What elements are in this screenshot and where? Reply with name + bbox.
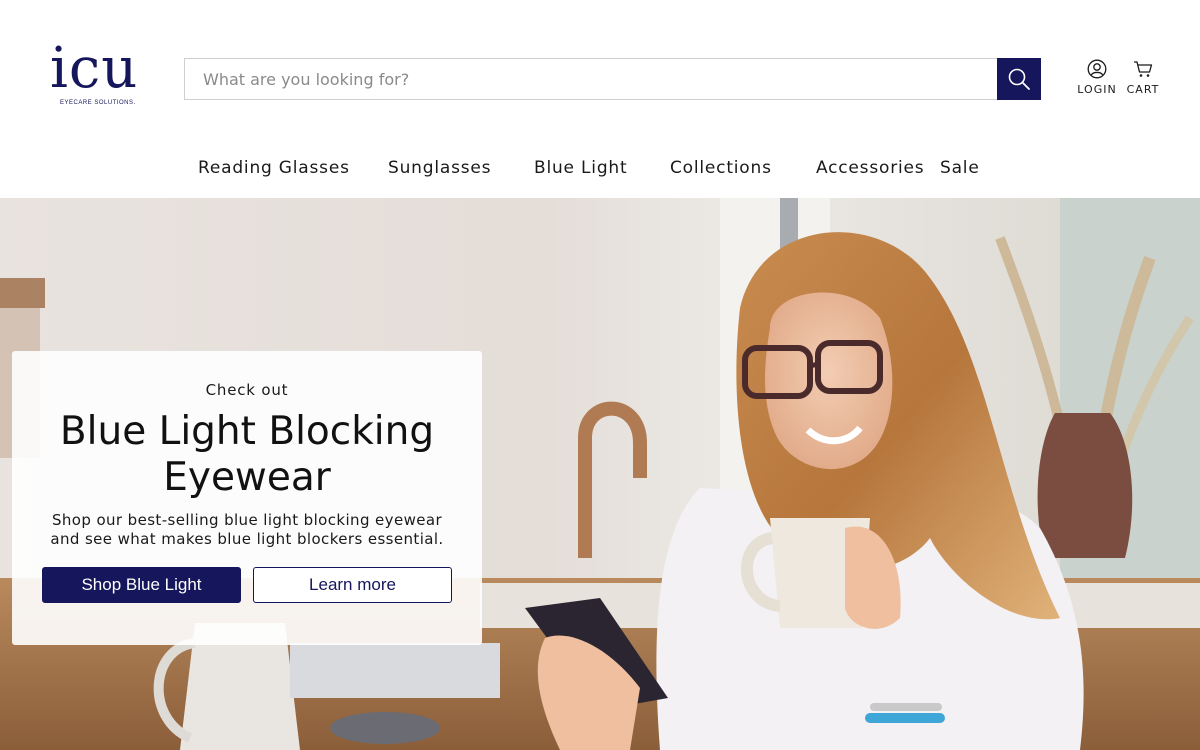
- search-button[interactable]: [997, 58, 1041, 100]
- site-header: icu EYECARE SOLUTIONS. LOGIN: [0, 0, 1200, 198]
- cart-link[interactable]: CART: [1125, 58, 1161, 98]
- nav-item-reading-glasses[interactable]: Reading Glasses: [198, 158, 350, 178]
- shop-blue-light-button[interactable]: Shop Blue Light: [42, 567, 241, 603]
- main-nav: Reading Glasses Sunglasses Blue Light Co…: [0, 158, 1200, 182]
- login-link[interactable]: LOGIN: [1076, 58, 1118, 98]
- promo-kicker: Check out: [205, 381, 289, 399]
- search-bar: [184, 58, 1041, 100]
- nav-item-accessories[interactable]: Accessories: [816, 158, 924, 178]
- cart-label: CART: [1126, 83, 1160, 96]
- promo-description-line-2: and see what makes blue light blockers e…: [50, 530, 444, 548]
- brand-logo[interactable]: icu EYECARE SOLUTIONS.: [50, 36, 152, 112]
- promo-title-line-2: Eyewear: [163, 455, 331, 500]
- promo-title-line-1: Blue Light Blocking: [59, 409, 435, 454]
- hero-banner: Check out Blue Light Blocking Eyewear Sh…: [0, 198, 1200, 750]
- promo-description: Shop our best-selling blue light blockin…: [42, 511, 452, 549]
- login-label: LOGIN: [1077, 83, 1117, 96]
- nav-item-blue-light[interactable]: Blue Light: [534, 158, 627, 178]
- cart-icon: [1134, 61, 1153, 77]
- user-icon: [1087, 59, 1107, 79]
- logo-wordmark: icu: [50, 36, 139, 101]
- promo-description-line-1: Shop our best-selling blue light blockin…: [51, 511, 443, 529]
- nav-item-collections[interactable]: Collections: [670, 158, 772, 178]
- logo-tagline: EYECARE SOLUTIONS.: [60, 100, 136, 106]
- search-icon: [1008, 68, 1030, 90]
- promo-title: Blue Light Blocking Eyewear: [12, 409, 482, 501]
- promo-card: Check out Blue Light Blocking Eyewear Sh…: [12, 351, 482, 645]
- learn-more-button[interactable]: Learn more: [253, 567, 452, 603]
- nav-item-sale[interactable]: Sale: [940, 158, 980, 178]
- nav-item-sunglasses[interactable]: Sunglasses: [388, 158, 491, 178]
- search-input[interactable]: [184, 58, 997, 100]
